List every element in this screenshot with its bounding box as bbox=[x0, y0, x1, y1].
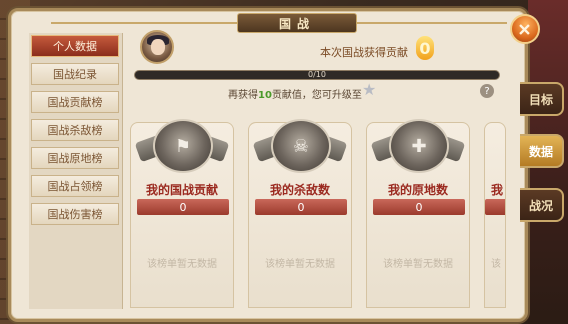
contribution-label: 本次国战获得贡献 bbox=[320, 46, 408, 59]
tab-target[interactable]: 目标 bbox=[520, 82, 564, 116]
stat-card-kills: ☠ 我的杀敌数 0 该榜单暂无数据 bbox=[248, 119, 352, 308]
upgrade-prefix: 再获得 bbox=[228, 90, 258, 101]
card-value: 0 bbox=[485, 199, 505, 215]
sidebar-item-label: 国战原地榜 bbox=[47, 152, 103, 165]
card-title: 我的杀敌数 bbox=[269, 183, 330, 197]
upgrade-suffix: 贡献值，您可升级至 bbox=[271, 90, 362, 101]
upgrade-hint: 再获得10贡献值，您可升级至 bbox=[228, 86, 362, 101]
shield-cross-icon: ✚ bbox=[389, 119, 449, 173]
sidebar-item-hold-rank[interactable]: 国战原地榜 bbox=[31, 147, 119, 169]
sidebar-item-contribution-rank[interactable]: 国战贡献榜 bbox=[31, 91, 119, 113]
progress-text: 0/10 bbox=[308, 70, 326, 79]
card-title: 我的原地数 bbox=[387, 183, 448, 197]
tab-data[interactable]: 数据 bbox=[520, 134, 564, 168]
avatar[interactable] bbox=[140, 30, 174, 64]
sidebar-item-label: 国战贡献榜 bbox=[47, 96, 103, 109]
contribution-medal-icon: ⚑ bbox=[153, 119, 213, 173]
tab-label: 战况 bbox=[528, 198, 553, 213]
sidebar-item-personal-data[interactable]: 个人数据 bbox=[31, 35, 119, 57]
card-title: 我的国战贡献 bbox=[145, 183, 218, 197]
sidebar-item-label: 国战杀敌榜 bbox=[47, 124, 103, 137]
avatar-face bbox=[151, 39, 165, 55]
card-empty-text: 该 bbox=[491, 259, 501, 270]
card-empty-text: 该榜单暂无数据 bbox=[147, 259, 217, 270]
sidebar-item-label: 国战伤害榜 bbox=[47, 208, 103, 221]
sidebar-item-label: 国战占领榜 bbox=[47, 180, 103, 193]
tab-label: 目标 bbox=[528, 92, 553, 107]
tab-battle-status[interactable]: 战况 bbox=[520, 188, 564, 222]
sidebar-item-war-record[interactable]: 国战纪录 bbox=[31, 63, 119, 85]
content-area: 本次国战获得贡献 0 0/10 再获得10贡献值，您可升级至 ★ ? ⚑ 我的国… bbox=[122, 24, 506, 310]
sidebar-item-kill-rank[interactable]: 国战杀敌榜 bbox=[31, 119, 119, 141]
close-icon: + bbox=[510, 14, 540, 44]
sidebar-item-damage-rank[interactable]: 国战伤害榜 bbox=[31, 203, 119, 225]
tab-label: 数据 bbox=[528, 144, 553, 159]
sidebar-item-occupy-rank[interactable]: 国战占领榜 bbox=[31, 175, 119, 197]
stat-card-partial: 我的 0 该 bbox=[484, 122, 506, 308]
card-empty-text: 该榜单暂无数据 bbox=[383, 259, 453, 270]
stat-card-hold: ✚ 我的原地数 0 该榜单暂无数据 bbox=[366, 119, 470, 308]
upgrade-number: 10 bbox=[258, 90, 272, 101]
rank-star-icon: ★ bbox=[362, 80, 377, 99]
card-value: 0 bbox=[137, 199, 229, 215]
sidebar-item-label: 个人数据 bbox=[53, 40, 97, 53]
contribution-progress-bar: 0/10 bbox=[134, 70, 500, 80]
sidebar: 个人数据 国战纪录 国战贡献榜 国战杀敌榜 国战原地榜 国战占领榜 国战伤害榜 bbox=[29, 33, 123, 309]
card-empty-text: 该榜单暂无数据 bbox=[265, 259, 335, 270]
skull-icon: ☠ bbox=[271, 119, 331, 173]
card-value: 0 bbox=[255, 199, 347, 215]
stat-card-contribution: ⚑ 我的国战贡献 0 该榜单暂无数据 bbox=[130, 119, 234, 308]
help-icon[interactable]: ? bbox=[480, 84, 494, 98]
contribution-value: 0 bbox=[416, 36, 434, 60]
card-value: 0 bbox=[373, 199, 465, 215]
sidebar-item-label: 国战纪录 bbox=[53, 68, 97, 81]
